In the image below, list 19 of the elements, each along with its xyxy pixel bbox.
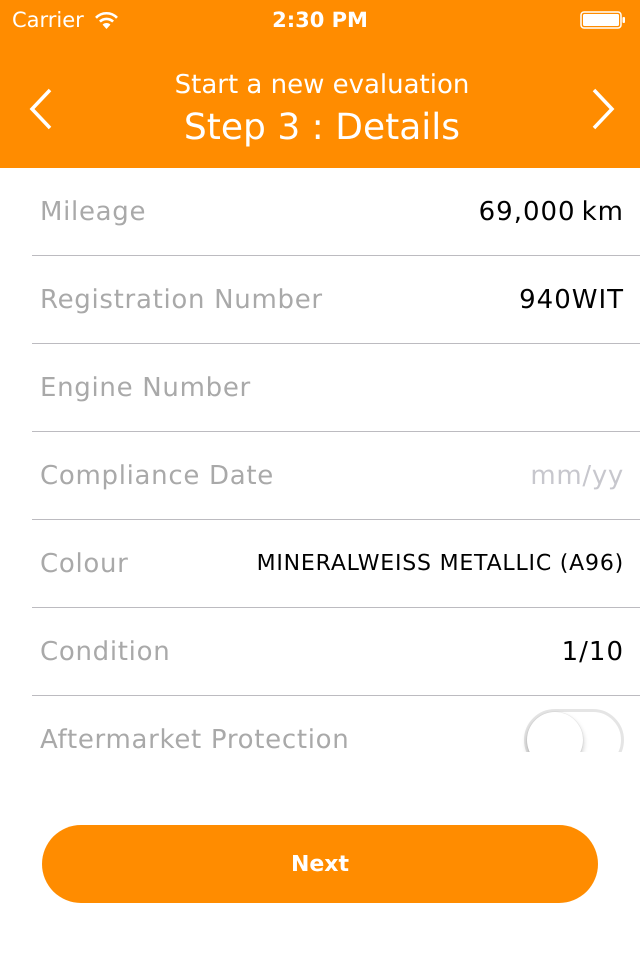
field-value[interactable]: 940WIT [519,284,624,314]
header-title: Step 3 : Details [184,106,460,150]
field-label: Registration Number [40,284,323,314]
battery-icon [580,11,626,29]
field-label: Engine Number [40,372,251,402]
field-label: Aftermarket Protection [40,724,350,752]
field-value[interactable]: 69,000 km [478,196,624,226]
field-label: Colour [40,548,129,578]
wifi-icon [94,11,119,29]
carrier-name: Carrier [12,8,84,32]
header-subtitle: Start a new evaluation [174,69,470,102]
clock-time: 2:30 PM [272,8,368,32]
toggle-switch[interactable] [524,708,624,752]
field-label: Compliance Date [40,460,274,490]
field-label: Condition [40,636,170,666]
field-value[interactable]: 1/10 [562,636,624,666]
field-label: Mileage [40,196,146,226]
field-value[interactable]: MINERALWEISS METALLIC (A96) [256,551,624,576]
input-field[interactable]: mm/yy [286,450,624,500]
